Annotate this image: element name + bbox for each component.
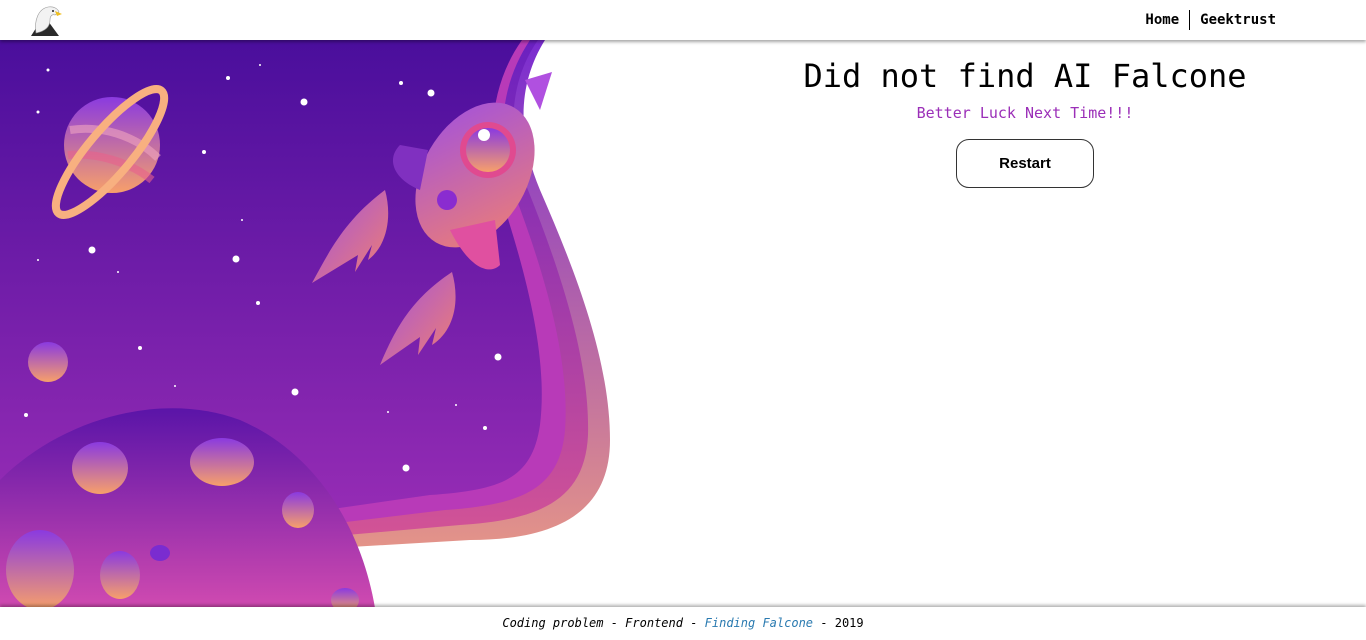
result-title: Did not find AI Falcone <box>803 57 1247 95</box>
page-footer: Coding problem - Frontend - Finding Falc… <box>0 607 1366 640</box>
footer-finding-falcone-link[interactable]: Finding Falcone <box>705 616 813 630</box>
footer-year: 2019 <box>834 616 864 630</box>
eagle-icon[interactable] <box>28 3 62 37</box>
footer-prefix: Coding problem - Frontend - <box>502 616 705 630</box>
top-nav: Home Geektrust <box>1135 9 1286 31</box>
top-header: Home Geektrust <box>0 0 1366 40</box>
footer-separator: - <box>813 616 835 630</box>
space-illustration <box>0 40 610 608</box>
nav-geektrust-link[interactable]: Geektrust <box>1190 9 1286 31</box>
small-planet <box>28 342 68 382</box>
result-subtitle: Better Luck Next Time!!! <box>916 104 1134 122</box>
nav-home-link[interactable]: Home <box>1135 9 1189 31</box>
restart-button[interactable]: Restart <box>956 139 1094 188</box>
